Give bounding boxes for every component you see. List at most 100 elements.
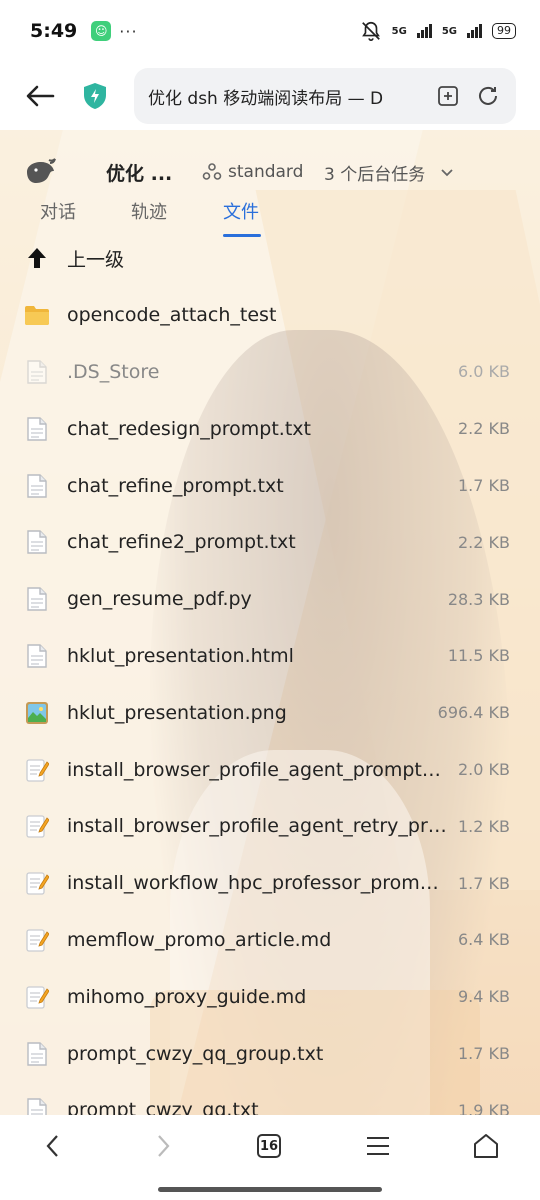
mode-selector[interactable]: standard bbox=[202, 162, 303, 182]
file-icon bbox=[24, 1041, 50, 1067]
file-icon bbox=[24, 586, 50, 612]
file-size: 11.5 KB bbox=[447, 646, 510, 666]
file-name: mihomo_proxy_guide.md bbox=[67, 985, 307, 1008]
file-size: 6.4 KB bbox=[458, 930, 510, 950]
file-list: 上一级 opencode_attach_test .DS_Store 6.0 KB ch… bbox=[0, 230, 540, 1139]
file-row[interactable]: memflow_promo_article.md 6.4 KB bbox=[0, 912, 540, 969]
file-size: 696.4 KB bbox=[437, 703, 510, 723]
gesture-home-bar bbox=[158, 1187, 382, 1192]
chevron-left-icon bbox=[46, 1135, 58, 1157]
file-size: 2.2 KB bbox=[458, 532, 510, 552]
menu-button[interactable] bbox=[358, 1129, 398, 1163]
memo-icon bbox=[24, 757, 50, 783]
mute-bell-icon bbox=[361, 21, 380, 41]
chevron-down-icon bbox=[441, 169, 453, 177]
background-tasks[interactable]: 3 个后台任务 bbox=[324, 160, 455, 185]
tab-files[interactable]: 文件 bbox=[223, 198, 259, 224]
file-size: 1.7 KB bbox=[458, 476, 510, 496]
session-header: 优化 ... standard 3 个后台任务 bbox=[0, 156, 540, 188]
menu-icon bbox=[367, 1137, 389, 1155]
up-arrow-icon bbox=[24, 245, 50, 271]
session-title[interactable]: 优化 ... bbox=[106, 159, 172, 186]
file-row[interactable]: hklut_presentation.html 11.5 KB bbox=[0, 628, 540, 685]
file-row[interactable]: gen_resume_pdf.py 28.3 KB bbox=[0, 571, 540, 628]
file-row[interactable]: chat_refine2_prompt.txt 2.2 KB bbox=[0, 514, 540, 571]
signal-icon bbox=[416, 24, 432, 38]
file-size: 28.3 KB bbox=[447, 589, 510, 609]
more-notifications-icon: ··· bbox=[119, 21, 138, 41]
file-row[interactable]: install_workflow_hpc_professor_prom… 1.7 … bbox=[0, 855, 540, 912]
file-name: chat_refine_prompt.txt bbox=[67, 474, 284, 497]
folder-icon bbox=[24, 302, 50, 328]
network-type-1: 5G bbox=[391, 25, 407, 37]
nav-back-button[interactable] bbox=[33, 1129, 73, 1163]
home-button[interactable] bbox=[466, 1129, 506, 1163]
file-row[interactable]: install_browser_profile_agent_retry_pr… 1… bbox=[0, 798, 540, 855]
whale-logo-icon bbox=[27, 158, 56, 183]
file-size: 2.0 KB bbox=[458, 760, 510, 780]
file-row[interactable]: chat_refine_prompt.txt 1.7 KB bbox=[0, 457, 540, 514]
cluster-icon bbox=[202, 163, 222, 180]
file-name: hklut_presentation.png bbox=[67, 701, 287, 724]
add-bookmark-icon[interactable] bbox=[436, 84, 460, 108]
file-row[interactable]: install_browser_profile_agent_prompt… 2.0… bbox=[0, 741, 540, 798]
tab-chat[interactable]: 对话 bbox=[40, 198, 76, 224]
file-row[interactable]: prompt_cwzy_qq_group.txt 1.7 KB bbox=[0, 1025, 540, 1082]
file-row[interactable]: chat_redesign_prompt.txt 2.2 KB bbox=[0, 400, 540, 457]
file-name: opencode_attach_test bbox=[67, 304, 277, 327]
shield-icon[interactable] bbox=[80, 81, 110, 111]
file-size: 1.2 KB bbox=[458, 816, 510, 836]
file-name: chat_refine2_prompt.txt bbox=[67, 531, 296, 554]
file-name: 上一级 bbox=[67, 248, 125, 271]
network-type-2: 5G bbox=[441, 25, 457, 37]
file-name: install_browser_profile_agent_retry_pr… bbox=[67, 815, 447, 838]
file-name: gen_resume_pdf.py bbox=[67, 588, 252, 611]
nav-forward-button[interactable] bbox=[143, 1129, 183, 1163]
file-size: 1.7 KB bbox=[458, 1044, 510, 1064]
parent-directory-row[interactable]: 上一级 bbox=[0, 230, 540, 287]
tab-count: 16 bbox=[257, 1134, 281, 1158]
file-name: memflow_promo_article.md bbox=[67, 928, 332, 951]
app-notification-icon: ☺ bbox=[91, 21, 112, 41]
file-name: prompt_cwzy_qq_group.txt bbox=[67, 1042, 324, 1065]
browser-bottom-nav: 16 bbox=[0, 1115, 540, 1200]
file-icon bbox=[24, 529, 50, 555]
file-name: install_browser_profile_agent_prompt… bbox=[67, 758, 441, 781]
file-name: hklut_presentation.html bbox=[67, 644, 294, 667]
file-icon bbox=[24, 359, 50, 385]
chevron-right-icon bbox=[158, 1135, 170, 1157]
back-arrow-icon bbox=[26, 85, 55, 107]
tabs-button[interactable]: 16 bbox=[249, 1129, 289, 1163]
memo-icon bbox=[24, 927, 50, 953]
browser-toolbar: 优化 dsh 移动端阅读布局 — D bbox=[0, 62, 540, 130]
file-icon bbox=[24, 473, 50, 499]
memo-icon bbox=[24, 813, 50, 839]
tab-trajectory[interactable]: 轨迹 bbox=[131, 198, 167, 224]
memo-icon bbox=[24, 984, 50, 1010]
memo-icon bbox=[24, 870, 50, 896]
background-tasks-label: 3 个后台任务 bbox=[324, 164, 426, 185]
back-button[interactable] bbox=[0, 62, 80, 130]
mode-label: standard bbox=[228, 162, 304, 182]
file-size: 6.0 KB bbox=[458, 362, 510, 382]
url-bar[interactable]: 优化 dsh 移动端阅读布局 — D bbox=[134, 68, 516, 124]
signal-icon-2 bbox=[467, 24, 482, 38]
file-browser: 优化 ... standard 3 个后台任务 对话 轨迹 文件 上一级 open… bbox=[0, 130, 540, 1123]
file-size: 2.2 KB bbox=[458, 419, 510, 439]
file-row[interactable]: .DS_Store 6.0 KB bbox=[0, 344, 540, 401]
home-icon bbox=[474, 1134, 498, 1158]
file-name: chat_redesign_prompt.txt bbox=[67, 417, 311, 440]
folder-row[interactable]: opencode_attach_test bbox=[0, 287, 540, 344]
battery-indicator: 99 bbox=[492, 23, 516, 39]
file-size: 9.4 KB bbox=[458, 987, 510, 1007]
refresh-icon[interactable] bbox=[476, 84, 500, 108]
image-file-icon bbox=[24, 700, 50, 726]
file-row[interactable]: hklut_presentation.png 696.4 KB bbox=[0, 684, 540, 741]
status-bar: 5:49 ☺ ··· 5G 5G 99 bbox=[0, 0, 540, 62]
file-name: .DS_Store bbox=[67, 360, 160, 383]
url-text[interactable]: 优化 dsh 移动端阅读布局 — D bbox=[148, 84, 398, 109]
file-row[interactable]: mihomo_proxy_guide.md 9.4 KB bbox=[0, 968, 540, 1025]
file-name: install_workflow_hpc_professor_prom… bbox=[67, 872, 439, 895]
status-time: 5:49 bbox=[30, 20, 78, 42]
file-icon bbox=[24, 416, 50, 442]
